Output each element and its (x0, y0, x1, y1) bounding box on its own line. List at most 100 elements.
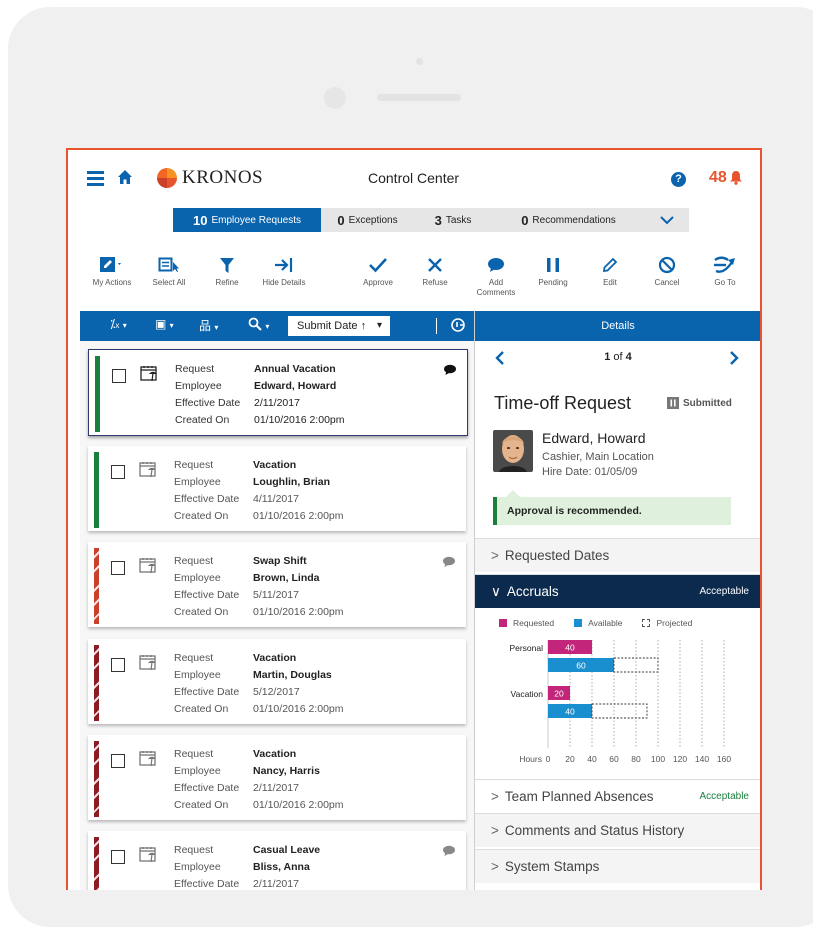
go-to-button[interactable]: Go To (695, 254, 755, 288)
chevron-down-icon[interactable] (645, 208, 689, 232)
row-checkbox[interactable] (112, 369, 126, 383)
select-all-button[interactable]: Select All (139, 254, 199, 288)
section-system-stamps[interactable]: > System Stamps (475, 849, 760, 883)
calendar-icon[interactable]: ▣ ▾ (155, 317, 174, 331)
field-row: Created On 01/10/2016 2:00pm (174, 701, 344, 718)
field-value: 2/11/2017 (253, 782, 299, 794)
field-value: Annual Vacation (254, 363, 336, 375)
field-label: Request (174, 555, 214, 567)
action-label: Go To (714, 278, 736, 287)
row-checkbox[interactable] (111, 850, 125, 864)
kronos-logo: KRONOS (154, 167, 263, 189)
alert-count[interactable]: 48 (709, 169, 727, 187)
request-card[interactable]: Request Annual Vacation Employee Edward, Ho… (88, 349, 468, 436)
comment-icon[interactable] (443, 364, 457, 376)
status-bar (94, 548, 99, 624)
refine-button[interactable]: Refine (197, 254, 257, 288)
tab-recommendations[interactable]: 0 Recommendations (492, 208, 645, 232)
action-toolbar: My Actions Select All Refine Hide Detail… (68, 254, 760, 302)
add-comments-button[interactable]: Add Comments (466, 254, 526, 298)
status-bar (94, 741, 99, 817)
home-icon[interactable] (117, 169, 133, 185)
section-requested-dates[interactable]: > Requested Dates (475, 538, 760, 572)
bell-icon[interactable] (729, 170, 743, 185)
tab-label: Recommendations (532, 214, 616, 226)
row-checkbox[interactable] (111, 465, 125, 479)
request-card[interactable]: Request Vacation Employee Nancy, Harris Effe… (88, 735, 466, 820)
field-value: 01/10/2016 2:00pm (253, 703, 344, 715)
action-label: My Actions (92, 278, 132, 287)
field-row: Created On 01/10/2016 2:00pm (175, 412, 345, 429)
hire-date: Hire Date: 01/05/09 (542, 466, 638, 478)
field-row: Created On 01/10/2016 2:00pm (174, 604, 344, 621)
pager-of: of (613, 351, 623, 363)
hierarchy-icon[interactable]: 品 ▾ (199, 317, 218, 334)
edit-button[interactable]: Edit (580, 254, 640, 288)
help-icon[interactable]: ? (671, 172, 686, 187)
field-label: Created On (174, 799, 229, 811)
tab-tasks[interactable]: 3 Tasks (414, 208, 492, 232)
field-label: Effective Date (174, 589, 240, 601)
tab-exceptions[interactable]: 0 Exceptions (321, 208, 414, 232)
field-row: Effective Date 4/11/2017 (174, 491, 344, 508)
section-accruals[interactable]: ∨ Accruals Acceptable (475, 574, 760, 608)
info-toggle-icon[interactable] (450, 317, 466, 336)
field-row: Created On 01/10/2016 2:00pm (174, 508, 344, 525)
tick-label: 140 (695, 754, 709, 764)
comment-icon (488, 258, 504, 272)
row-checkbox[interactable] (111, 754, 125, 768)
top-bar: KRONOS Control Center ? 48 (68, 150, 760, 208)
section-team-planned-absences[interactable]: > Team Planned Absences Acceptable (475, 779, 760, 813)
percent-filter-icon[interactable]: ⁒x ▾ (110, 317, 127, 331)
field-row: Request Vacation (174, 650, 344, 667)
avatar (493, 430, 533, 472)
sort-caret-icon: ▾ (376, 320, 382, 331)
action-label: Refine (215, 278, 239, 287)
field-label: Created On (174, 606, 229, 618)
pager-total: 4 (625, 351, 632, 363)
row-checkbox[interactable] (111, 658, 125, 672)
row-checkbox[interactable] (111, 561, 125, 575)
refuse-button[interactable]: Refuse (405, 254, 465, 288)
status-badge: Submitted (667, 397, 732, 409)
action-label: Approve (363, 278, 393, 287)
sort-label: Submit Date ↑ (297, 320, 367, 332)
legend-swatch (574, 619, 583, 627)
search-icon[interactable]: ▾ (248, 317, 269, 332)
request-card[interactable]: Request Vacation Employee Martin, Douglas Ef… (88, 639, 466, 724)
pending-button[interactable]: Pending (523, 254, 583, 288)
sort-dropdown[interactable]: Submit Date ↑ ▾ (288, 316, 390, 336)
action-label: Add Comments (476, 278, 516, 297)
request-list: Request Annual Vacation Employee Edward, Ho… (80, 341, 474, 890)
hide-details-button[interactable]: Hide Details (254, 254, 314, 288)
field-row: Employee Nancy, Harris (174, 763, 344, 780)
field-row: Effective Date 2/11/2017 (175, 395, 345, 412)
chevron-left-icon[interactable] (495, 351, 505, 365)
section-comments-history[interactable]: > Comments and Status History (475, 813, 760, 847)
my-actions-button[interactable]: My Actions (82, 254, 142, 288)
request-card[interactable]: Request Swap Shift Employee Brown, Linda Eff… (88, 542, 466, 627)
tick-label: 160 (717, 754, 731, 764)
comment-icon[interactable] (442, 845, 456, 857)
field-row: Employee Bliss, Anna (174, 859, 320, 876)
request-card[interactable]: Request Casual Leave Employee Bliss, Anna Ef… (88, 831, 466, 890)
tab-employee-requests[interactable]: 10 Employee Requests (173, 208, 321, 232)
field-label: Effective Date (175, 397, 241, 409)
request-card[interactable]: Request Vacation Employee Loughlin, Brian Ef… (88, 446, 466, 531)
employee-name: Edward, Howard (542, 430, 646, 446)
cancel-button[interactable]: Cancel (637, 254, 697, 288)
comment-icon[interactable] (442, 556, 456, 568)
tick-label: 100 (651, 754, 665, 764)
field-row: Employee Edward, Howard (175, 378, 345, 395)
field-row: Effective Date 2/11/2017 (174, 876, 320, 890)
approve-button[interactable]: Approve (348, 254, 408, 288)
field-label: Created On (175, 414, 230, 426)
menu-icon[interactable] (87, 171, 104, 186)
chevron-right-icon[interactable] (729, 351, 739, 365)
field-value: Vacation (253, 459, 297, 471)
section-status: Acceptable (699, 586, 749, 597)
status-bar (94, 452, 99, 528)
field-row: Request Vacation (174, 746, 344, 763)
field-row: Created On 01/10/2016 2:00pm (174, 797, 344, 814)
field-row: Request Swap Shift (174, 553, 344, 570)
